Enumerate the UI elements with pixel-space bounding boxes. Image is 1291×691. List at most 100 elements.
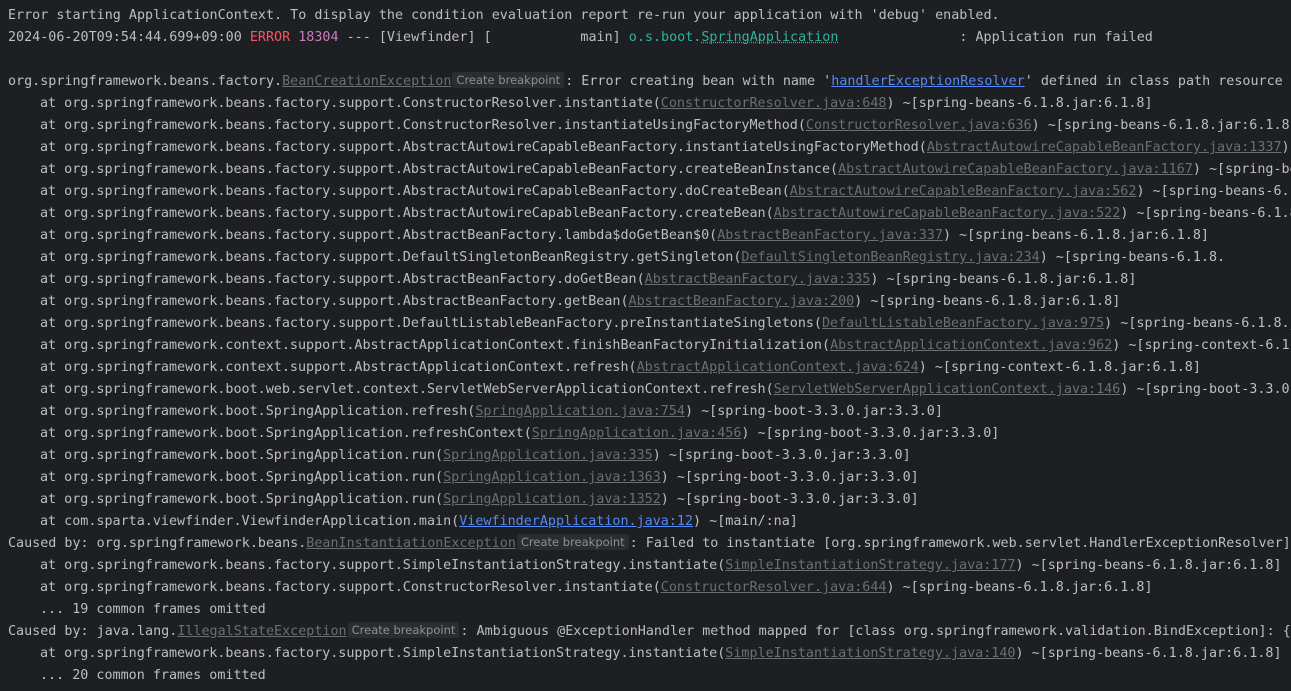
log-text: at org.springframework.beans.factory.sup… bbox=[40, 294, 629, 309]
log-text: at org.springframework.beans.factory.sup… bbox=[40, 272, 645, 287]
log-text: at org.springframework.boot.SpringApplic… bbox=[40, 404, 476, 419]
log-text: : Error creating bean with name ' bbox=[565, 74, 832, 89]
source-link[interactable]: AbstractAutowireCapableBeanFactory.java:… bbox=[927, 140, 1282, 155]
log-text: ) ~[spring-beans-6.1.8.jar:6.1.8] bbox=[886, 96, 1153, 111]
log-text: Error starting ApplicationContext. To di… bbox=[8, 8, 1000, 23]
log-line: org.springframework.beans.factory.BeanCr… bbox=[8, 71, 1291, 93]
source-link[interactable]: ServletWebServerApplicationContext.java:… bbox=[774, 382, 1121, 397]
log-text: at org.springframework.beans.factory.sup… bbox=[40, 228, 718, 243]
log-text: ) ~[spring-boot-3.3.0.jar:3.3.0] bbox=[660, 470, 919, 485]
source-link[interactable]: IllegalStateException bbox=[177, 624, 346, 639]
source-link[interactable]: AbstractBeanFactory.java:200 bbox=[629, 294, 855, 309]
stack-frame-line: at org.springframework.beans.factory.sup… bbox=[8, 247, 1291, 269]
log-line: 2024-06-20T09:54:44.699+09:00 ERROR 1830… bbox=[8, 27, 1291, 49]
log-text: ) ~[spring-boot-3.3.0. bbox=[1120, 382, 1291, 397]
log-text: ) ~[spring-boot-3.3.0.jar:3.3.0] bbox=[684, 404, 943, 419]
log-text: 2024-06-20T09:54:44.699+09:00 bbox=[8, 30, 250, 45]
log-text: at org.springframework.boot.web.servlet.… bbox=[40, 382, 774, 397]
stack-frame-line: at org.springframework.beans.factory.sup… bbox=[8, 269, 1291, 291]
source-link[interactable]: DefaultListableBeanFactory.java:975 bbox=[822, 316, 1104, 331]
log-text: ... 20 common frames omitted bbox=[40, 668, 266, 683]
log-text: ) ~[spring-beans-6.1.8 bbox=[1120, 206, 1291, 221]
log-line bbox=[8, 49, 1291, 71]
log-text: at org.springframework.beans.factory.sup… bbox=[40, 316, 822, 331]
logger-class-link[interactable]: SpringApplication bbox=[701, 30, 838, 45]
log-text: Caused by: java.lang. bbox=[8, 624, 178, 639]
source-link[interactable]: SpringApplication.java:456 bbox=[532, 426, 742, 441]
log-text: at com.sparta.viewfinder.ViewfinderAppli… bbox=[40, 514, 460, 529]
source-link[interactable]: AbstractAutowireCapableBeanFactory.java:… bbox=[774, 206, 1121, 221]
log-text: ) ~[spring-boot-3.3.0.jar:3.3.0] bbox=[660, 492, 919, 507]
log-level-error: ERROR bbox=[249, 30, 291, 45]
log-text: at org.springframework.boot.SpringApplic… bbox=[40, 448, 444, 463]
log-text: ) ~[spring-beans-6.1.8.jar:6.1.8] bbox=[886, 580, 1153, 595]
stack-frame-line: at org.springframework.context.support.A… bbox=[8, 335, 1291, 357]
log-text: at org.springframework.beans.factory.sup… bbox=[40, 184, 790, 199]
stack-frame-line: at com.sparta.viewfinder.ViewfinderAppli… bbox=[8, 511, 1291, 533]
log-text: : Application run failed bbox=[838, 30, 1153, 45]
log-text: --- [Viewfinder] [ main] bbox=[338, 30, 629, 45]
log-text: ) ~[spring-beans-6.1.8.jar:6.1.8] bbox=[854, 294, 1121, 309]
source-link[interactable]: ConstructorResolver.java:648 bbox=[661, 96, 887, 111]
log-text: ) ~[spring-context-6.1.8.jar:6.1.8] bbox=[918, 360, 1201, 375]
source-link-project[interactable]: ViewfinderApplication.java:12 bbox=[459, 514, 693, 529]
source-link[interactable]: SimpleInstantiationStrategy.java:140 bbox=[725, 646, 1015, 661]
source-link[interactable]: ConstructorResolver.java:644 bbox=[661, 580, 887, 595]
source-link[interactable]: AbstractAutowireCapableBeanFactory.java:… bbox=[790, 184, 1137, 199]
source-link[interactable]: SpringApplication.java:1363 bbox=[443, 470, 661, 485]
stack-frame-line: at org.springframework.boot.SpringApplic… bbox=[8, 467, 1291, 489]
log-text: at org.springframework.boot.SpringApplic… bbox=[40, 426, 532, 441]
stack-frame-line: at org.springframework.beans.factory.sup… bbox=[8, 115, 1291, 137]
log-text: org.springframework.beans.factory. bbox=[8, 74, 283, 89]
stack-frame-line: at org.springframework.beans.factory.sup… bbox=[8, 577, 1291, 599]
stack-frame-line: at org.springframework.beans.factory.sup… bbox=[8, 203, 1291, 225]
log-text: ) ~[spring-beans-6.1 bbox=[1136, 184, 1291, 199]
source-link[interactable]: BeanCreationException bbox=[282, 74, 451, 89]
process-id: 18304 bbox=[298, 30, 339, 45]
source-link[interactable]: ConstructorResolver.java:636 bbox=[806, 118, 1032, 133]
stack-frame-line: ... 19 common frames omitted bbox=[8, 599, 1291, 621]
source-link[interactable]: BeanInstantiationException bbox=[306, 536, 516, 551]
console-output[interactable]: Error starting ApplicationContext. To di… bbox=[0, 0, 1291, 691]
create-breakpoint-button[interactable]: Create breakpoint bbox=[516, 534, 629, 550]
source-link[interactable]: AbstractBeanFactory.java:335 bbox=[645, 272, 871, 287]
stack-frame-line: at org.springframework.beans.factory.sup… bbox=[8, 137, 1291, 159]
stack-frame-line: at org.springframework.beans.factory.sup… bbox=[8, 555, 1291, 577]
log-text: ) ~[main/:na] bbox=[693, 514, 798, 529]
create-breakpoint-button[interactable]: Create breakpoint bbox=[452, 72, 565, 88]
log-text: ) ~[spring-context-6.1. bbox=[1112, 338, 1291, 353]
stack-frame-line: at org.springframework.beans.factory.sup… bbox=[8, 291, 1291, 313]
log-text: at org.springframework.beans.factory.sup… bbox=[40, 206, 774, 221]
stack-frame-line: at org.springframework.boot.SpringApplic… bbox=[8, 401, 1291, 423]
source-link[interactable]: AbstractApplicationContext.java:624 bbox=[637, 360, 919, 375]
source-link[interactable]: SpringApplication.java:335 bbox=[443, 448, 653, 463]
log-line: Caused by: org.springframework.beans.Bea… bbox=[8, 533, 1291, 555]
log-text: ) ~[spring-beans-6.1.8.jar:6.1.8] bbox=[870, 272, 1137, 287]
log-text: at org.springframework.beans.factory.sup… bbox=[40, 140, 927, 155]
log-text: at org.springframework.beans.factory.sup… bbox=[40, 646, 726, 661]
source-link[interactable]: AbstractApplicationContext.java:962 bbox=[830, 338, 1112, 353]
source-link[interactable]: SpringApplication.java:754 bbox=[475, 404, 685, 419]
log-text: at org.springframework.beans.factory.sup… bbox=[40, 250, 742, 265]
log-text: ) ~[spring-boot-3.3.0.jar:3.3.0] bbox=[741, 426, 1000, 441]
source-link[interactable]: SpringApplication.java:1352 bbox=[443, 492, 661, 507]
log-text: at org.springframework.boot.SpringApplic… bbox=[40, 492, 444, 507]
logger-name: o.s.boot. bbox=[628, 30, 702, 45]
log-text: ) ~[spring-beans-6.1.8.jar:6.1.8] bbox=[942, 228, 1209, 243]
log-text: ) ~[spring-beans-6.1.8.jar:6.1.8] bbox=[1015, 558, 1282, 573]
stack-frame-line: at org.springframework.context.support.A… bbox=[8, 357, 1291, 379]
log-text: at org.springframework.context.support.A… bbox=[40, 360, 637, 375]
log-text: ) ~[spring-beans-6.1.8.jar:6.1.8] bbox=[1031, 118, 1291, 133]
bean-name-link[interactable]: handlerExceptionResolver bbox=[831, 74, 1024, 89]
source-link[interactable]: DefaultSingletonBeanRegistry.java:234 bbox=[741, 250, 1039, 265]
stack-frame-line: at org.springframework.boot.SpringApplic… bbox=[8, 423, 1291, 445]
source-link[interactable]: SimpleInstantiationStrategy.java:177 bbox=[725, 558, 1015, 573]
source-link[interactable]: AbstractBeanFactory.java:337 bbox=[717, 228, 943, 243]
log-text: ) ~[spring-bea bbox=[1192, 162, 1291, 177]
create-breakpoint-button[interactable]: Create breakpoint bbox=[347, 622, 460, 638]
stack-frame-line: at org.springframework.beans.factory.sup… bbox=[8, 181, 1291, 203]
stack-frame-line: at org.springframework.beans.factory.sup… bbox=[8, 643, 1291, 665]
source-link[interactable]: AbstractAutowireCapableBeanFactory.java:… bbox=[838, 162, 1193, 177]
stack-frame-line: ... 20 common frames omitted bbox=[8, 665, 1291, 687]
